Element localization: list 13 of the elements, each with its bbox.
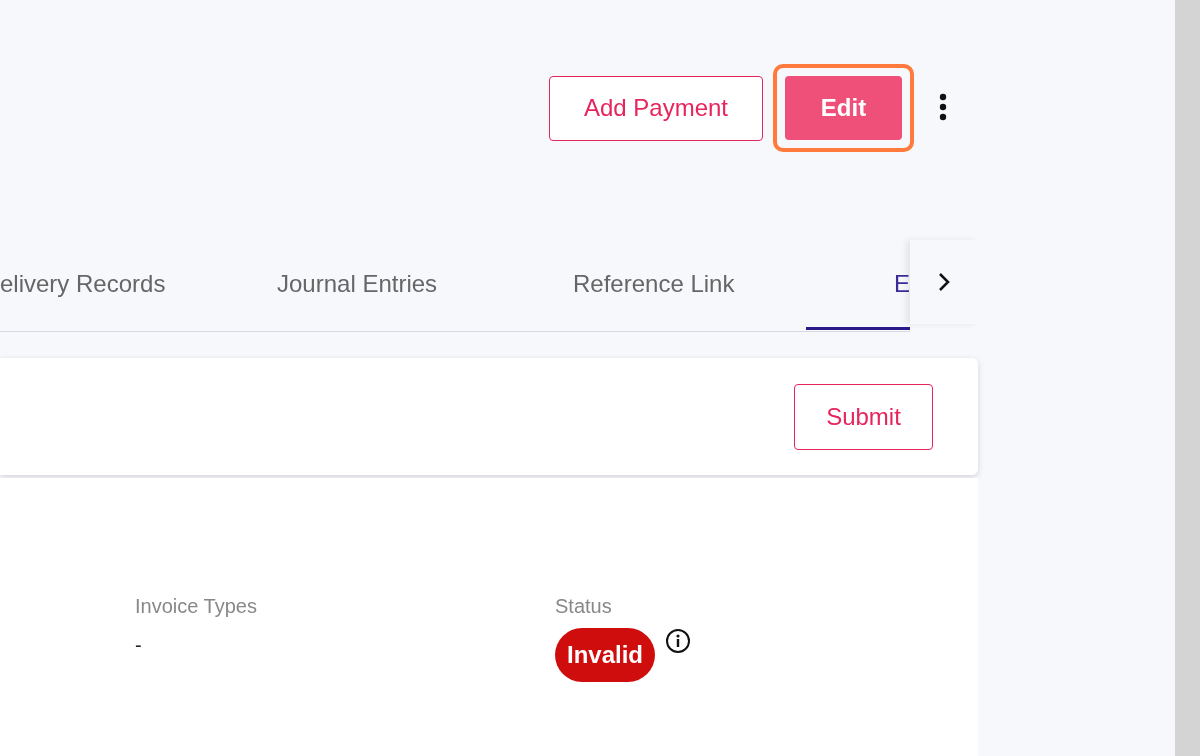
tab[interactable]: Journal Entries xyxy=(277,240,573,330)
add-payment-button[interactable]: Add Payment xyxy=(549,75,763,141)
field-value: - xyxy=(135,634,143,657)
chevron-right-icon[interactable] xyxy=(938,272,950,292)
info-icon[interactable] xyxy=(665,628,692,654)
submit-button[interactable]: Submit xyxy=(794,383,933,450)
field-label: Invoice Types xyxy=(135,595,258,618)
status-badge: Invalid xyxy=(555,628,656,682)
tab[interactable]: Reference Link xyxy=(573,240,806,330)
scrollbar[interactable] xyxy=(1175,0,1200,756)
edit-button[interactable]: Edit xyxy=(785,76,902,140)
tab[interactable]: elivery Records xyxy=(0,240,277,330)
field-label: Status xyxy=(555,595,613,618)
